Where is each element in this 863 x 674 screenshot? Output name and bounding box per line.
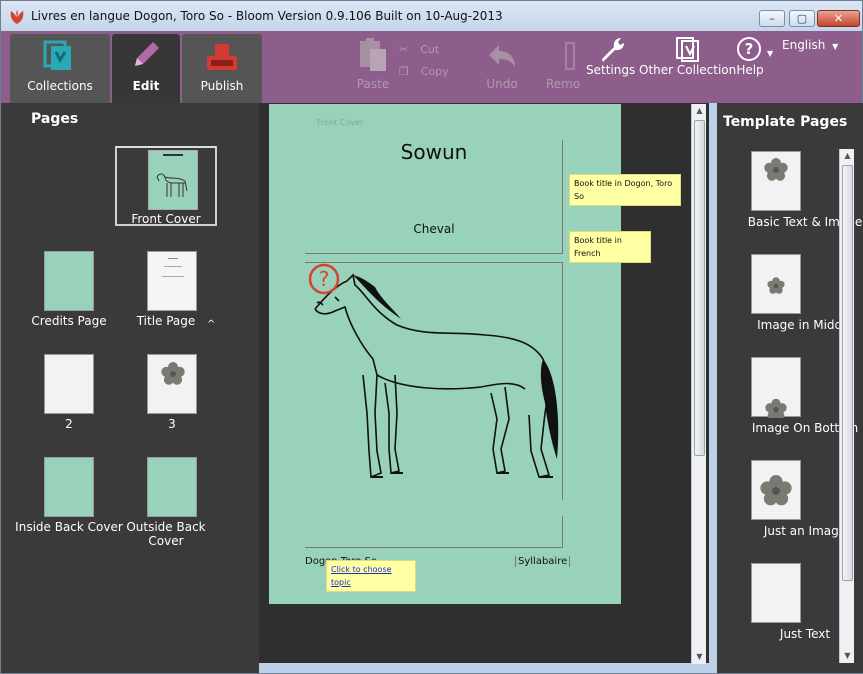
- title-bar: Livres en langue Dogon, Toro So - Bloom …: [1, 1, 862, 31]
- wrench-icon: [601, 38, 624, 62]
- page-label-outside-back-cover: Outside Back Cover: [126, 520, 206, 548]
- remove-label: Remo: [546, 77, 581, 91]
- copy-icon: ❐: [399, 65, 409, 78]
- pencil-icon: [135, 42, 159, 66]
- cut-button[interactable]: ✂ Cut: [399, 43, 439, 56]
- page-label-front-cover: Front Cover: [131, 212, 201, 226]
- window-title: Livres en langue Dogon, Toro So - Bloom …: [31, 9, 503, 23]
- copy-button[interactable]: ❐ Copy: [399, 65, 449, 78]
- remove-page-button[interactable]: Remo: [546, 35, 580, 91]
- collections-icon: [43, 40, 71, 70]
- pages-panel-title: Pages: [31, 111, 79, 127]
- page-thumbnail-outside-back-cover[interactable]: [147, 457, 197, 517]
- page-type-label: Front Cover: [317, 118, 364, 127]
- app-window: Livres en langue Dogon, Toro So - Bloom …: [0, 0, 863, 674]
- scissors-icon: ✂: [399, 43, 409, 56]
- help-label: Help: [736, 63, 764, 77]
- page-thumbnail-inside-back-cover[interactable]: [44, 457, 94, 517]
- maximize-button[interactable]: ▢: [789, 10, 815, 27]
- tab-publish-label: Publish: [200, 79, 244, 93]
- page-label-title: Title Page: [136, 314, 196, 328]
- clipboard-icon: [360, 38, 386, 71]
- tab-edit-label: Edit: [132, 79, 160, 93]
- chevron-down-icon: ▼: [832, 42, 839, 51]
- front-cover-page: Front Cover Sowun Cheval ? Dogon Syllaba…: [269, 104, 681, 604]
- page-thumbnail-title[interactable]: [147, 251, 197, 311]
- template-pages-title: Template Pages: [723, 114, 848, 130]
- flower-icon: [760, 475, 792, 506]
- remove-page-icon: [565, 42, 575, 70]
- undo-icon: [489, 45, 515, 67]
- template-just-text[interactable]: Just Text: [751, 563, 830, 641]
- help-button[interactable]: ? Help: [736, 35, 764, 77]
- copy-label: Copy: [420, 65, 449, 78]
- question-mark-icon[interactable]: ?: [307, 262, 341, 296]
- editor-scroll-thumb[interactable]: [694, 120, 705, 456]
- page-thumbnail-front-cover[interactable]: Front Cover: [115, 146, 217, 226]
- note-book-title-dogon: Book title in Dogon, Toro So: [569, 174, 681, 206]
- main-toolbar: Collections Edit Publish Paste ✂ Cut ❐ C…: [1, 31, 862, 103]
- editor-scrollbar[interactable]: ▲ ▼: [691, 104, 706, 664]
- page-thumbnail-3[interactable]: [147, 354, 197, 414]
- scroll-down-icon[interactable]: ▼: [692, 650, 707, 664]
- bloom-logo-icon: [10, 10, 24, 24]
- help-icon: ?: [737, 37, 761, 61]
- cut-label: Cut: [420, 43, 440, 56]
- other-collection-label: Other Collection: [639, 63, 737, 77]
- other-collection-icon: [675, 37, 699, 62]
- paste-label: Paste: [356, 77, 390, 91]
- tab-publish[interactable]: Publish: [182, 34, 262, 103]
- page-thumbnail-credits[interactable]: [44, 251, 94, 311]
- page-thumbnail-2[interactable]: [44, 354, 94, 414]
- page-label-credits: Credits Page: [31, 314, 107, 328]
- flower-icon: [764, 158, 788, 181]
- template-scrollbar[interactable]: ▲ ▼: [839, 149, 854, 663]
- page-label-3: 3: [168, 417, 176, 431]
- template-just-an-image[interactable]: Just an Image: [751, 460, 846, 538]
- help-dropdown-icon[interactable]: ▼: [767, 49, 773, 58]
- template-basic-text-image[interactable]: Basic Text & Image: [748, 151, 862, 229]
- scroll-up-icon[interactable]: ▲: [840, 149, 855, 163]
- template-image-in-middle[interactable]: Image in Middle: [751, 254, 853, 332]
- language-selector[interactable]: English ▼: [782, 38, 838, 52]
- topic-field[interactable]: Syllabaire: [515, 556, 571, 567]
- flower-icon: [767, 277, 785, 294]
- translated-title-field[interactable]: Cheval: [305, 222, 563, 236]
- template-scroll-thumb[interactable]: [842, 165, 853, 581]
- title-field-border: [305, 140, 563, 254]
- scroll-up-icon[interactable]: ▲: [692, 104, 707, 118]
- bottom-field-border: [305, 516, 563, 548]
- settings-button[interactable]: Settings: [586, 35, 635, 77]
- undo-button[interactable]: Undo: [485, 35, 519, 91]
- publish-icon: [207, 44, 237, 70]
- svg-text:?: ?: [745, 40, 754, 58]
- topic-chooser-link[interactable]: Click to choose topic: [326, 560, 416, 592]
- close-button[interactable]: ✕: [817, 10, 860, 27]
- horse-image: [314, 273, 559, 479]
- cover-image-frame[interactable]: [305, 262, 563, 500]
- scroll-down-icon[interactable]: ▼: [840, 649, 855, 663]
- flower-icon: [161, 362, 185, 385]
- flower-icon: [765, 398, 787, 418]
- paste-button[interactable]: Paste: [356, 35, 390, 91]
- front-cover-mini-page: [148, 150, 198, 210]
- page-move-caret[interactable]: ^: [207, 319, 215, 330]
- question-mark-glyph: ?: [319, 267, 330, 291]
- horse-mini-icon: [156, 173, 188, 197]
- page-label-inside-back-cover: Inside Back Cover: [15, 520, 123, 534]
- minimize-button[interactable]: –: [759, 10, 785, 27]
- pages-panel: Pages Front Cover Credits Page Title Pag…: [1, 103, 259, 673]
- template-image-on-bottom[interactable]: Image On Bottom: [751, 357, 858, 435]
- settings-label: Settings: [586, 63, 636, 77]
- note-book-title-french: Book title in French: [569, 231, 651, 263]
- tab-collections[interactable]: Collections: [10, 34, 110, 103]
- tab-edit[interactable]: Edit: [112, 34, 180, 103]
- tab-collections-label: Collections: [27, 79, 93, 93]
- undo-label: Undo: [486, 77, 518, 91]
- page-label-2: 2: [65, 417, 73, 431]
- other-collection-button[interactable]: Other Collection: [639, 35, 736, 77]
- language-label: English: [782, 38, 826, 52]
